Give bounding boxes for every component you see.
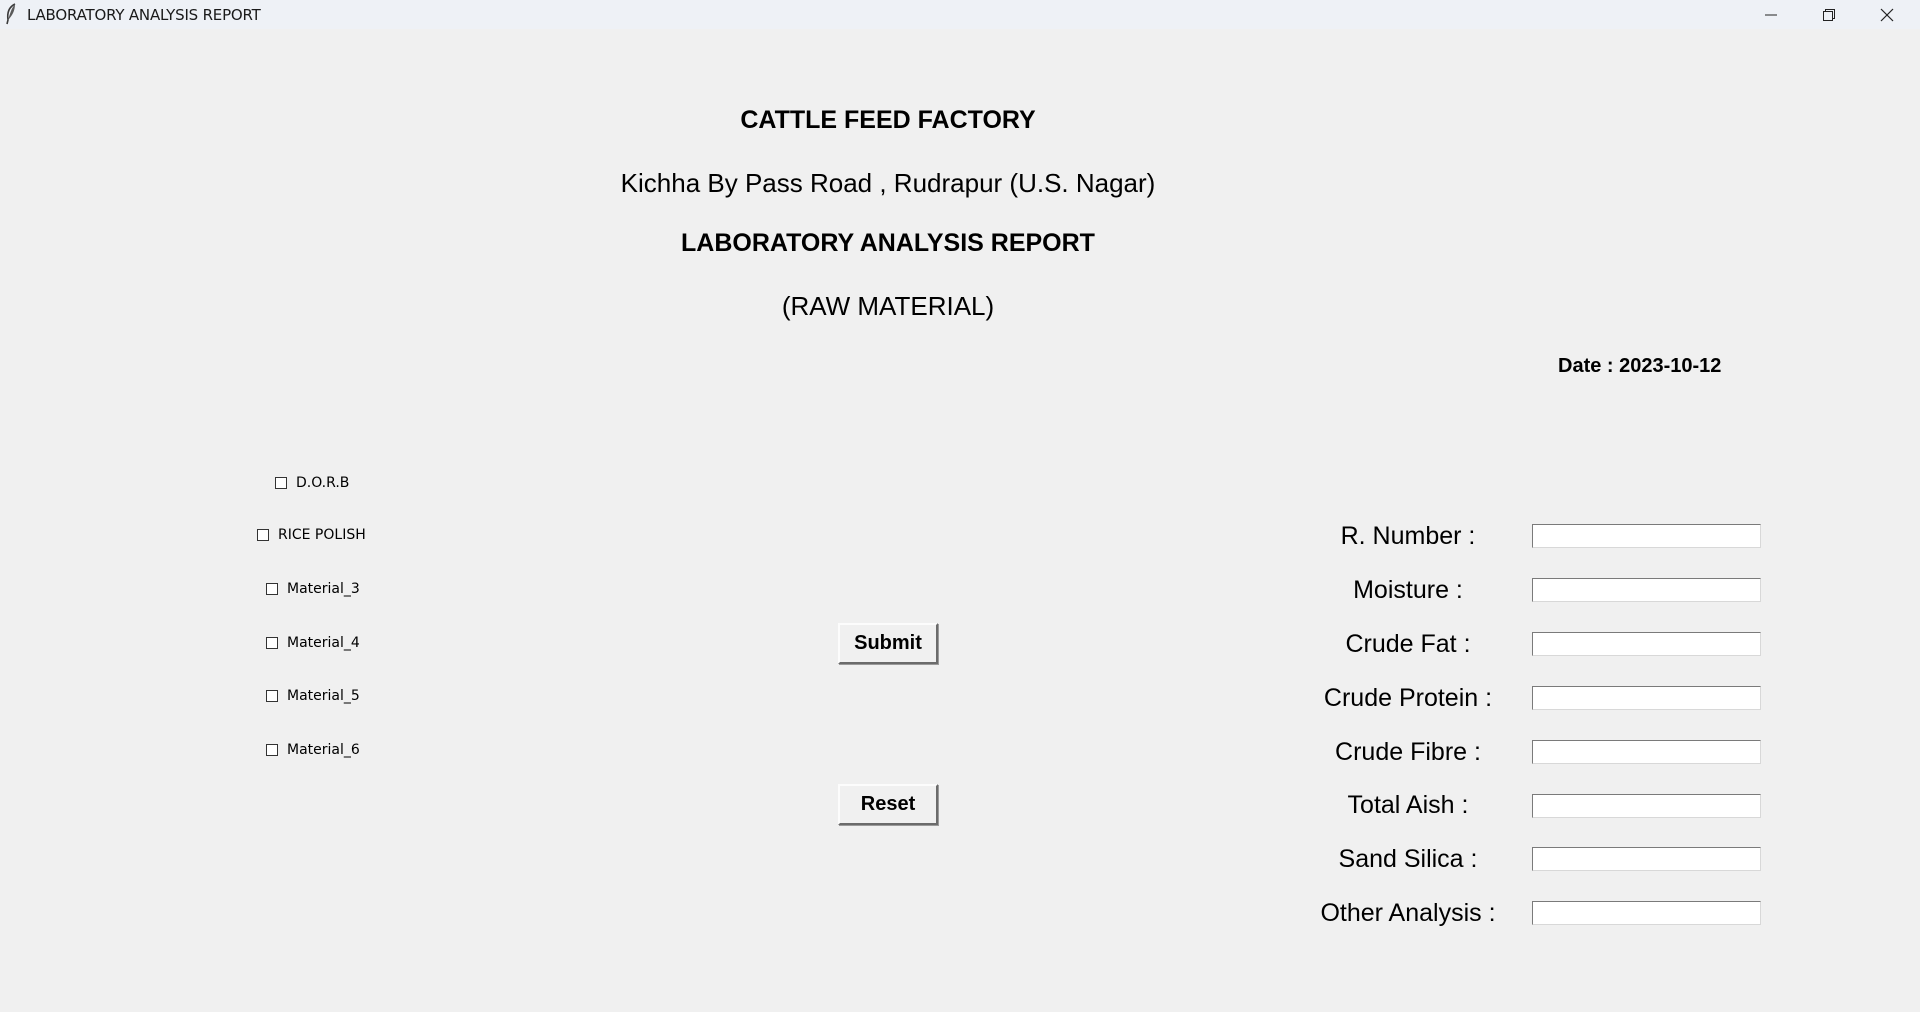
checkbox-material-3[interactable]: Material_3	[266, 581, 360, 597]
checkbox-box[interactable]	[266, 637, 278, 649]
window-title-bar: LABORATORY ANALYSIS REPORT	[0, 0, 1920, 29]
checkbox-dorb[interactable]: D.O.R.B	[275, 475, 349, 491]
checkbox-box[interactable]	[275, 477, 287, 489]
other-analysis-label: Other Analysis :	[1320, 899, 1496, 927]
window-title: LABORATORY ANALYSIS REPORT	[27, 6, 261, 24]
r-number-label: R. Number :	[1340, 522, 1476, 550]
checkbox-label: RICE POLISH	[278, 527, 366, 543]
crude-fibre-label: Crude Fibre :	[1335, 738, 1481, 766]
sand-silica-label: Sand Silica :	[1338, 845, 1478, 873]
moisture-input[interactable]	[1532, 578, 1761, 602]
checkbox-box[interactable]	[257, 529, 269, 541]
reset-button[interactable]: Reset	[838, 784, 938, 825]
crude-protein-label: Crude Protein :	[1323, 684, 1493, 712]
report-date: Date : 2023-10-12	[1558, 355, 1722, 377]
crude-fat-input[interactable]	[1532, 632, 1761, 656]
close-icon	[1880, 8, 1894, 22]
checkbox-label: Material_5	[287, 688, 360, 704]
checkbox-box[interactable]	[266, 690, 278, 702]
minimize-icon	[1765, 9, 1777, 21]
checkbox-label: Material_4	[287, 635, 360, 651]
other-analysis-input[interactable]	[1532, 901, 1761, 925]
restore-button[interactable]	[1800, 0, 1858, 29]
checkbox-material-4[interactable]: Material_4	[266, 635, 360, 651]
checkbox-label: D.O.R.B	[296, 475, 350, 491]
checkbox-material-5[interactable]: Material_5	[266, 688, 360, 704]
r-number-input[interactable]	[1532, 524, 1761, 548]
report-title: LABORATORY ANALYSIS REPORT	[681, 229, 1095, 257]
checkbox-box[interactable]	[266, 744, 278, 756]
restore-icon	[1823, 8, 1835, 21]
crude-protein-input[interactable]	[1532, 686, 1761, 710]
company-address: Kichha By Pass Road , Rudrapur (U.S. Nag…	[620, 168, 1156, 198]
checkbox-box[interactable]	[266, 583, 278, 595]
checkbox-label: Material_3	[287, 581, 360, 597]
crude-fibre-input[interactable]	[1532, 740, 1761, 764]
moisture-label: Moisture :	[1353, 576, 1463, 604]
report-subtitle: (RAW MATERIAL)	[781, 291, 995, 321]
crude-fat-label: Crude Fat :	[1345, 630, 1471, 658]
total-aish-input[interactable]	[1532, 794, 1761, 818]
checkbox-label: Material_6	[287, 742, 360, 758]
minimize-button[interactable]	[1742, 0, 1800, 29]
total-aish-label: Total Aish :	[1347, 791, 1469, 819]
checkbox-rice-polish[interactable]: RICE POLISH	[257, 527, 366, 543]
checkbox-material-6[interactable]: Material_6	[266, 742, 360, 758]
sand-silica-input[interactable]	[1532, 847, 1761, 871]
company-name: CATTLE FEED FACTORY	[740, 106, 1036, 134]
close-button[interactable]	[1858, 0, 1916, 29]
feather-icon	[4, 3, 18, 25]
submit-button[interactable]: Submit	[838, 623, 938, 664]
